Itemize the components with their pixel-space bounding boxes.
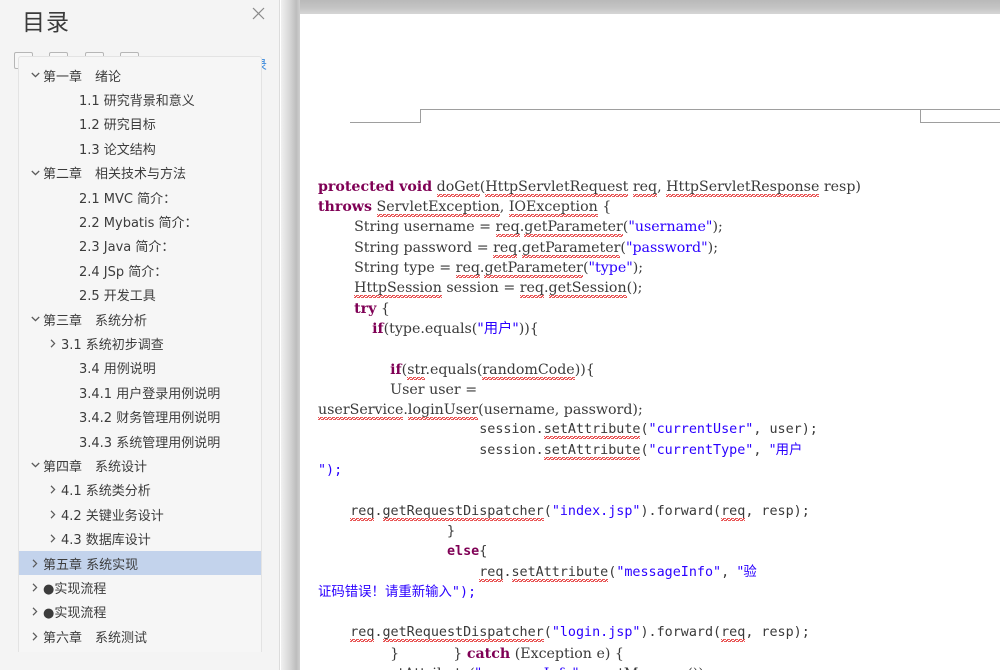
toc-tree[interactable]: 第一章 绪论 1.1 研究背景和意义 1.2 研究目标 1.3 论文结构第二章 相关技… [18, 56, 262, 652]
chevron-down-icon[interactable] [27, 316, 43, 322]
toc-item[interactable]: 2.4 JSp 简介： [19, 258, 261, 282]
code-line: else{ [447, 544, 488, 560]
toc-item[interactable]: 1.2 研究目标 [19, 112, 261, 136]
code-line: 证码错误！请重新输入"); [318, 584, 477, 600]
code-line: req.getRequestDispatcher("index.jsp").fo… [350, 503, 810, 521]
toc-item[interactable]: 4.3 数据库设计 [19, 526, 261, 550]
toc-item-label: 4.2 关键业务设计 [61, 508, 164, 524]
code-line: String username = req.getParameter("user… [318, 219, 723, 238]
chevron-down-icon[interactable] [27, 72, 43, 78]
code-line: } [318, 523, 456, 539]
toc-item-label: 2.3 Java 简介： [79, 240, 175, 256]
toc-item-label: ●实现流程 [43, 606, 107, 622]
toc-item-label: 第一章 绪论 [43, 69, 122, 85]
toc-item[interactable]: 3.4.3 系统管理用例说明 [19, 429, 261, 453]
chevron-right-icon[interactable] [27, 607, 43, 616]
toc-item-label: ●实现流程 [43, 581, 107, 597]
toc-item-label: 3.1 系统初步调查 [61, 337, 164, 353]
toc-item[interactable]: 1.3 论文结构 [19, 136, 261, 160]
document-page: protected void doGet(HttpServletRequest … [300, 14, 1000, 670]
code-line: "); [318, 463, 343, 479]
toc-item[interactable]: 第六章 系统测试 [19, 624, 261, 648]
chevron-right-icon[interactable] [45, 534, 61, 543]
toc-item[interactable]: 第一章 绪论 [19, 63, 261, 87]
toc-item-label: 3.4.1 用户登录用例说明 [79, 386, 221, 402]
toc-item-label: 1.1 研究背景和意义 [79, 94, 195, 110]
toc-item-label: 2.5 开发工具 [79, 289, 156, 305]
toc-item-label: 4.1 系统类分析 [61, 484, 151, 500]
toc-item-label: 第六章 系统测试 [43, 630, 148, 646]
toc-item[interactable]: 4.2 关键业务设计 [19, 502, 261, 526]
chevron-right-icon[interactable] [45, 510, 61, 519]
code-line: req.setAttribute("messageInfo", "验 [479, 564, 757, 582]
page-title: 目录 [22, 10, 70, 36]
toc-item[interactable]: 4.1 系统类分析 [19, 478, 261, 502]
toc-item[interactable]: 3.4 用例说明 [19, 356, 261, 380]
toc-item-label: 3.4.3 系统管理用例说明 [79, 435, 221, 451]
code-line: if(type.equals("用户")){ [372, 320, 539, 337]
toc-item[interactable]: ●实现流程 [19, 575, 261, 599]
chevron-right-icon[interactable] [27, 583, 43, 592]
chevron-right-icon[interactable] [45, 485, 61, 494]
toc-item[interactable]: 3.4.1 用户登录用例说明 [19, 380, 261, 404]
panel-divider [281, 0, 300, 670]
code-line: String password = req.getParameter("pass… [318, 239, 718, 258]
document-viewer: protected void doGet(HttpServletRequest … [300, 0, 1000, 670]
code-line: req.getRequestDispatcher("login.jsp").fo… [350, 625, 810, 643]
code-line: try { [354, 300, 390, 317]
code-line: String type = req.getParameter("type"); [318, 260, 644, 279]
toc-item-label: 1.3 论文结构 [79, 142, 156, 158]
code-line: req.setAttribute("messageInfo", e.getMes… [318, 664, 996, 670]
toc-item[interactable]: ●实现流程 [19, 600, 261, 624]
toc-item-label: 第七章 总结 [43, 651, 121, 652]
code-line: if(str.equals(randomCode)){ [390, 361, 595, 380]
toc-panel: 目录 第一章 绪论 1.1 研究背景和意义 1.2 研究目标 1.3 论文结构 … [0, 0, 280, 670]
toc-item[interactable]: 2.5 开发工具 [19, 283, 261, 307]
toc-item-label: 2.1 MVC 简介： [79, 191, 177, 207]
toc-item[interactable]: 3.4.2 财务管理用例说明 [19, 404, 261, 428]
code-line: throws ServletException, IOException { [318, 199, 612, 218]
toc-item-label: 第五章 系统实现 [43, 557, 139, 573]
code-line: userService.loginUser(username, password… [318, 402, 643, 421]
code-line: protected void doGet(HttpServletRequest … [318, 178, 861, 197]
toc-header: 目录 [0, 0, 279, 52]
toc-item[interactable]: 第三章 系统分析 [19, 307, 261, 331]
toc-item-label: 第三章 系统分析 [43, 313, 148, 329]
toc-item[interactable]: 1.1 研究背景和意义 [19, 87, 261, 111]
chevron-down-icon[interactable] [27, 462, 43, 468]
toc-item-label: 3.4 用例说明 [79, 362, 156, 378]
toc-item[interactable]: 2.3 Java 简介： [19, 234, 261, 258]
chevron-down-icon[interactable] [27, 170, 43, 176]
toc-item-label: 4.3 数据库设计 [61, 533, 151, 549]
toc-item-label: 3.4.2 财务管理用例说明 [79, 411, 221, 427]
toc-item[interactable]: 第四章 系统设计 [19, 453, 261, 477]
toc-item[interactable]: 2.1 MVC 简介： [19, 185, 261, 209]
toc-item-label: 2.4 JSp 简介： [79, 264, 168, 280]
close-icon[interactable] [247, 4, 269, 26]
page-top-edge [300, 0, 1000, 14]
code-line: session.setAttribute("currentType", "用户 [318, 442, 803, 460]
code-line: HttpSession session = req.getSession(); [354, 280, 643, 299]
toc-item-label: 1.2 研究目标 [79, 118, 156, 134]
code-line: User user = [318, 381, 478, 398]
chevron-right-icon[interactable] [27, 558, 43, 568]
toc-item[interactable]: 第七章 总结 [19, 648, 261, 652]
toc-item-label: 2.2 Mybatis 简介： [79, 216, 198, 232]
toc-item[interactable]: 第五章 系统实现 [19, 550, 261, 576]
chevron-right-icon[interactable] [27, 632, 43, 641]
toc-item-label: 第二章 相关技术与方法 [43, 167, 187, 183]
toc-item[interactable]: 2.2 Mybatis 简介： [19, 209, 261, 233]
chevron-right-icon[interactable] [45, 339, 61, 348]
code-block[interactable]: protected void doGet(HttpServletRequest … [300, 116, 1000, 670]
toc-item[interactable]: 第二章 相关技术与方法 [19, 161, 261, 185]
toc-item[interactable]: 3.1 系统初步调查 [19, 331, 261, 355]
app-root: 目录 第一章 绪论 1.1 研究背景和意义 1.2 研究目标 1.3 论文结构 … [0, 0, 1000, 670]
code-line: } } catch (Exception e) { [318, 645, 624, 662]
margin-mark-top-rule [420, 109, 1000, 110]
code-line: session.setAttribute("currentUser", user… [318, 422, 818, 440]
toc-item-label: 第四章 系统设计 [43, 459, 148, 475]
